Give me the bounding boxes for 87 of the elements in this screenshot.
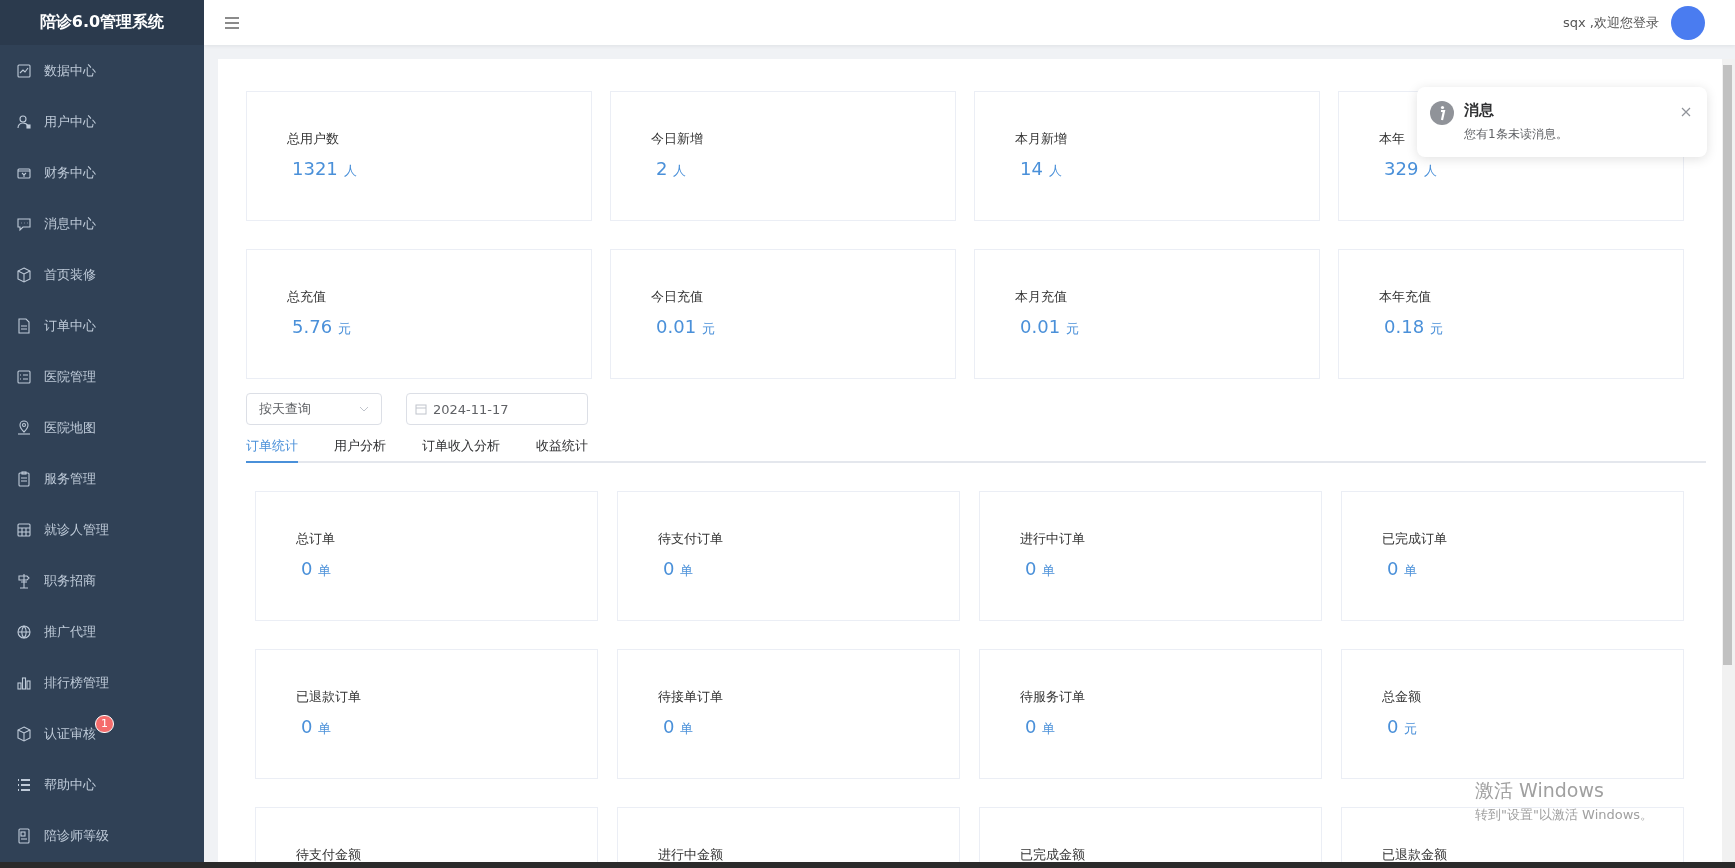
tab[interactable]: 收益统计 [536, 431, 588, 463]
caret-icon [359, 406, 369, 412]
stat-label: 已退款订单 [296, 688, 361, 706]
table-icon [16, 521, 32, 538]
activation-text: 转到"设置"以激活 Windows。 [1475, 806, 1654, 824]
scrollbar[interactable] [1722, 59, 1735, 862]
checklist-icon [16, 368, 32, 385]
stat-label: 本月新增 [1015, 130, 1067, 148]
document-icon [16, 317, 32, 334]
sidebar-item[interactable]: 用户中心 [0, 96, 204, 147]
stat-value: 0 单 [1386, 558, 1418, 580]
date-field[interactable]: 2024-11-17 [406, 393, 588, 425]
sidebar-item[interactable]: 首页装修 [0, 249, 204, 300]
stat-label: 进行中金额 [658, 846, 723, 862]
stat-value: 14 人 [1019, 158, 1062, 180]
close-icon[interactable] [1679, 105, 1693, 119]
stat-value: 329 人 [1383, 158, 1438, 180]
sidebar-item[interactable]: 认证审核 1 [0, 708, 204, 759]
stat-value: 0.01 元 [1019, 316, 1079, 338]
sidebar-item[interactable]: 服务管理 [0, 453, 204, 504]
app-title: 陪诊6.0管理系统 [0, 0, 204, 45]
tab[interactable]: 用户分析 [334, 431, 386, 463]
stat-label: 已完成金额 [1020, 846, 1085, 862]
stat-label: 待支付订单 [658, 530, 723, 548]
cube-icon [16, 266, 32, 283]
cube-icon [16, 725, 32, 742]
stat-label: 待支付金额 [296, 846, 361, 862]
stat-value: 1321 人 [291, 158, 357, 180]
stat-label: 已退款金额 [1382, 846, 1447, 862]
notification-text: 您有1条未读消息。 [1464, 126, 1569, 143]
stat-label: 本年 [1379, 130, 1405, 148]
sidebar-item[interactable]: 数据中心 [0, 45, 204, 96]
stat-label: 总金额 [1382, 688, 1421, 706]
tab[interactable]: 订单统计 [246, 431, 298, 463]
chat-icon [16, 215, 32, 232]
globe-icon [16, 623, 32, 640]
stat-value: 0 单 [662, 716, 694, 738]
stat-value: 0.01 元 [655, 316, 715, 338]
sidebar-item[interactable]: 排行榜管理 [0, 657, 204, 708]
stat-label: 待服务订单 [1020, 688, 1085, 706]
line-chart-icon [16, 62, 32, 79]
calendar-icon [415, 403, 427, 415]
sidebar-item[interactable]: 推广代理 [0, 606, 204, 657]
stat-label: 本月充值 [1015, 288, 1067, 306]
notification-title: 消息 [1464, 101, 1495, 120]
stat-label: 今日新增 [651, 130, 703, 148]
bar-chart-icon [16, 674, 32, 691]
stat-value: 0 单 [300, 716, 332, 738]
location-pin-icon [16, 419, 32, 436]
stat-value: 0 单 [1024, 716, 1056, 738]
stat-value: 0 元 [1386, 716, 1418, 738]
stat-label: 总订单 [296, 530, 335, 548]
stat-value: 0 单 [1024, 558, 1056, 580]
id-card-icon [16, 827, 32, 844]
list-icon [16, 776, 32, 793]
stat-value: 0 单 [300, 558, 332, 580]
sidebar-item[interactable]: 就诊人管理 [0, 504, 204, 555]
sidebar-item[interactable]: 职务招商 [0, 555, 204, 606]
avatar-icon[interactable] [1671, 5, 1705, 40]
stat-value: 0.18 元 [1383, 316, 1443, 338]
stat-label: 进行中订单 [1020, 530, 1085, 548]
sidebar-item[interactable]: 帮助中心 [0, 759, 204, 810]
period-dropdown[interactable]: 按天查询 [246, 393, 382, 425]
menu-icon[interactable] [224, 15, 240, 30]
stat-value: 5.76 元 [291, 316, 351, 338]
stat-value: 0 单 [662, 558, 694, 580]
clipboard-icon [16, 470, 32, 487]
stat-label: 总用户数 [287, 130, 339, 148]
count-badge: 1 [95, 714, 114, 733]
welcome-text: sqx ,欢迎您登录 [1563, 13, 1659, 32]
sidebar-item[interactable]: 财务中心 [0, 147, 204, 198]
sidebar-item[interactable]: 陪诊师等级 [0, 810, 204, 861]
sidebar-item[interactable]: 医院管理 [0, 351, 204, 402]
signpost-icon [16, 572, 32, 589]
sidebar-item[interactable]: 医院地图 [0, 402, 204, 453]
sidebar-item[interactable]: 消息中心 [0, 198, 204, 249]
info-icon [1430, 101, 1454, 125]
tab[interactable]: 订单收入分析 [422, 431, 500, 463]
stat-value: 2 人 [655, 158, 687, 180]
stat-label: 待接单订单 [658, 688, 723, 706]
activation-title: 激活 Windows [1475, 778, 1605, 803]
user-icon [16, 113, 32, 130]
stat-label: 本年充值 [1379, 288, 1431, 306]
sidebar-item[interactable]: 订单中心 [0, 300, 204, 351]
stat-label: 总充值 [287, 288, 326, 306]
stat-label: 已完成订单 [1382, 530, 1447, 548]
stat-label: 今日充值 [651, 288, 703, 306]
